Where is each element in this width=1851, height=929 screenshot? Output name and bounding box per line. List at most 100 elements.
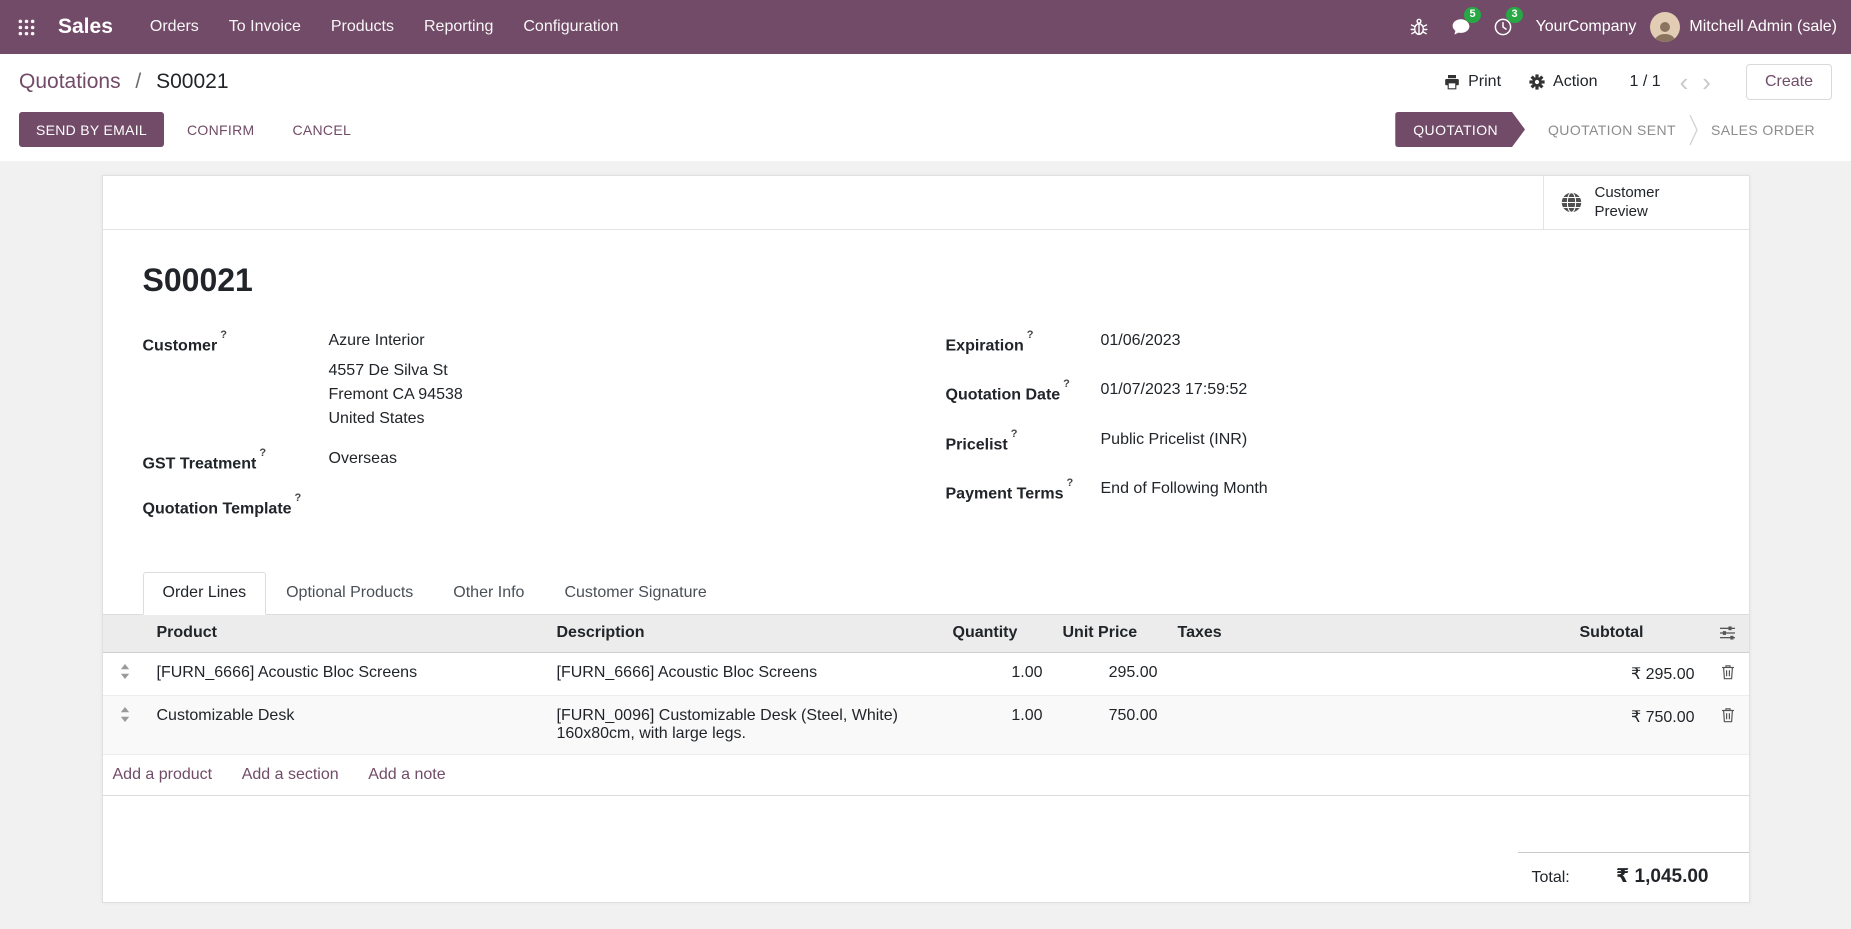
tab-order-lines[interactable]: Order Lines [143, 572, 267, 615]
delete-line-button[interactable] [1705, 696, 1750, 755]
messages-button[interactable]: 5 [1440, 0, 1482, 54]
user-name: Mitchell Admin (sale) [1689, 18, 1837, 36]
form-content: Customer Preview S00021 Customer? Azure … [0, 161, 1851, 903]
cancel-button[interactable]: CANCEL [277, 112, 366, 147]
right-field-column: Expiration? 01/06/2023 Quotation Date? 0… [946, 329, 1709, 538]
help-marker: ? [1027, 329, 1034, 341]
breadcrumb: Quotations / S00021 [19, 70, 229, 94]
bug-icon [1409, 17, 1429, 37]
apps-menu-button[interactable] [0, 0, 52, 54]
drag-handle[interactable] [103, 696, 147, 755]
expiration-label: Expiration? [946, 329, 1101, 358]
help-marker: ? [1011, 428, 1018, 440]
drag-handle-icon [113, 664, 137, 679]
line-quantity-cell[interactable]: 1.00 [943, 653, 1053, 696]
field-expiration: Expiration? 01/06/2023 [946, 329, 1709, 358]
action-menu-button[interactable]: Action [1529, 73, 1597, 91]
pager-previous-icon[interactable]: ‹ [1673, 72, 1696, 92]
debug-bug-button[interactable] [1398, 0, 1440, 54]
field-gst-treatment: GST Treatment? Overseas [143, 447, 946, 476]
action-label: Action [1553, 73, 1597, 91]
add-a-note-link[interactable]: Add a note [368, 766, 445, 783]
status-step-quotation-sent[interactable]: QUOTATION SENT [1531, 112, 1693, 147]
nav-item-products[interactable]: Products [316, 0, 409, 54]
delete-line-button[interactable] [1705, 653, 1750, 696]
tab-optional-products[interactable]: Optional Products [266, 572, 433, 614]
nav-item-to-invoice[interactable]: To Invoice [214, 0, 316, 54]
main-menu: Orders To Invoice Products Reporting Con… [135, 0, 634, 54]
apps-grid-icon [18, 19, 35, 36]
customer-address-line: Fremont CA 94538 [329, 383, 463, 407]
app-brand-sales[interactable]: Sales [52, 0, 119, 54]
user-avatar [1650, 12, 1680, 42]
order-lines-table: Product Description Quantity Unit Price … [103, 615, 1750, 797]
line-description-cell[interactable]: [FURN_0096] Customizable Desk (Steel, Wh… [547, 696, 943, 755]
tab-customer-signature[interactable]: Customer Signature [544, 572, 726, 614]
gst-treatment-value[interactable]: Overseas [329, 447, 397, 476]
pager-value[interactable]: 1 / 1 [1629, 73, 1660, 91]
customer-name[interactable]: Azure Interior [329, 329, 463, 353]
line-unit-price-cell[interactable]: 295.00 [1053, 653, 1168, 696]
record-pager: 1 / 1 ‹ › [1629, 72, 1717, 92]
pricelist-label: Pricelist? [946, 428, 1101, 457]
field-groups: Customer? Azure Interior 4557 De Silva S… [143, 329, 1709, 538]
send-by-email-button[interactable]: SEND BY EMAIL [19, 112, 164, 147]
handle-column-header [103, 615, 147, 653]
pager-arrows: ‹ › [1673, 72, 1718, 92]
drag-handle[interactable] [103, 653, 147, 696]
total-amount: ₹ 1,045.00 [1616, 865, 1708, 888]
status-step-sales-order[interactable]: SALES ORDER [1694, 112, 1832, 147]
create-button[interactable]: Create [1746, 64, 1832, 100]
trash-icon [1715, 707, 1741, 723]
quotation-date-label: Quotation Date? [946, 378, 1101, 407]
nav-item-orders[interactable]: Orders [135, 0, 214, 54]
expiration-value[interactable]: 01/06/2023 [1101, 329, 1181, 358]
nav-item-configuration[interactable]: Configuration [508, 0, 633, 54]
line-taxes-cell[interactable] [1168, 696, 1570, 755]
add-line-row: Add a product Add a section Add a note [103, 755, 1750, 796]
help-marker: ? [1063, 378, 1070, 390]
line-description-cell[interactable]: [FURN_6666] Acoustic Bloc Screens [547, 653, 943, 696]
sheet-button-box: Customer Preview [103, 176, 1749, 230]
pricelist-value[interactable]: Public Pricelist (INR) [1101, 428, 1248, 457]
payment-terms-value[interactable]: End of Following Month [1101, 477, 1268, 506]
form-action-bar: SEND BY EMAIL CONFIRM CANCEL QUOTATION Q… [0, 108, 1851, 161]
nav-item-reporting[interactable]: Reporting [409, 0, 508, 54]
top-navbar: Sales Orders To Invoice Products Reporti… [0, 0, 1851, 54]
customer-label: Customer? [143, 329, 329, 431]
gear-icon [1529, 74, 1545, 90]
print-button[interactable]: Print [1444, 73, 1501, 91]
activities-button[interactable]: 3 [1482, 0, 1524, 54]
navbar-systray: 5 3 YourCompany Mitchell Admin (sale) [1398, 0, 1851, 54]
user-menu[interactable]: Mitchell Admin (sale) [1650, 12, 1837, 42]
taxes-column-header: Taxes [1168, 615, 1570, 653]
customer-preview-button[interactable]: Customer Preview [1543, 176, 1749, 229]
add-a-product-link[interactable]: Add a product [113, 766, 213, 783]
help-marker: ? [1066, 477, 1073, 489]
quotation-title: S00021 [143, 262, 1709, 299]
add-a-section-link[interactable]: Add a section [242, 766, 339, 783]
line-product-cell[interactable]: [FURN_6666] Acoustic Bloc Screens [147, 653, 547, 696]
line-quantity-cell[interactable]: 1.00 [943, 696, 1053, 755]
tab-other-info[interactable]: Other Info [433, 572, 544, 614]
field-payment-terms: Payment Terms? End of Following Month [946, 477, 1709, 506]
pager-next-icon[interactable]: › [1695, 72, 1718, 92]
breadcrumb-quotations-link[interactable]: Quotations [19, 70, 121, 93]
confirm-button[interactable]: CONFIRM [172, 112, 269, 147]
trash-icon [1715, 664, 1741, 680]
control-panel: Quotations / S00021 Print [0, 54, 1851, 108]
optional-columns-button[interactable] [1705, 615, 1750, 653]
quotation-date-value[interactable]: 01/07/2023 17:59:52 [1101, 378, 1248, 407]
customer-preview-label: Customer Preview [1595, 184, 1681, 222]
line-unit-price-cell[interactable]: 750.00 [1053, 696, 1168, 755]
help-marker: ? [259, 447, 266, 459]
control-panel-actions: Print Action 1 / 1 ‹ [1416, 64, 1832, 100]
breadcrumb-current: S00021 [156, 70, 228, 93]
subtotal-column-header: Subtotal [1570, 615, 1705, 653]
line-taxes-cell[interactable] [1168, 653, 1570, 696]
customer-value[interactable]: Azure Interior 4557 De Silva St Fremont … [329, 329, 463, 431]
globe-icon [1560, 191, 1583, 214]
line-product-cell[interactable]: Customizable Desk [147, 696, 547, 755]
status-step-quotation[interactable]: QUOTATION [1395, 112, 1525, 147]
company-switcher[interactable]: YourCompany [1536, 18, 1637, 36]
